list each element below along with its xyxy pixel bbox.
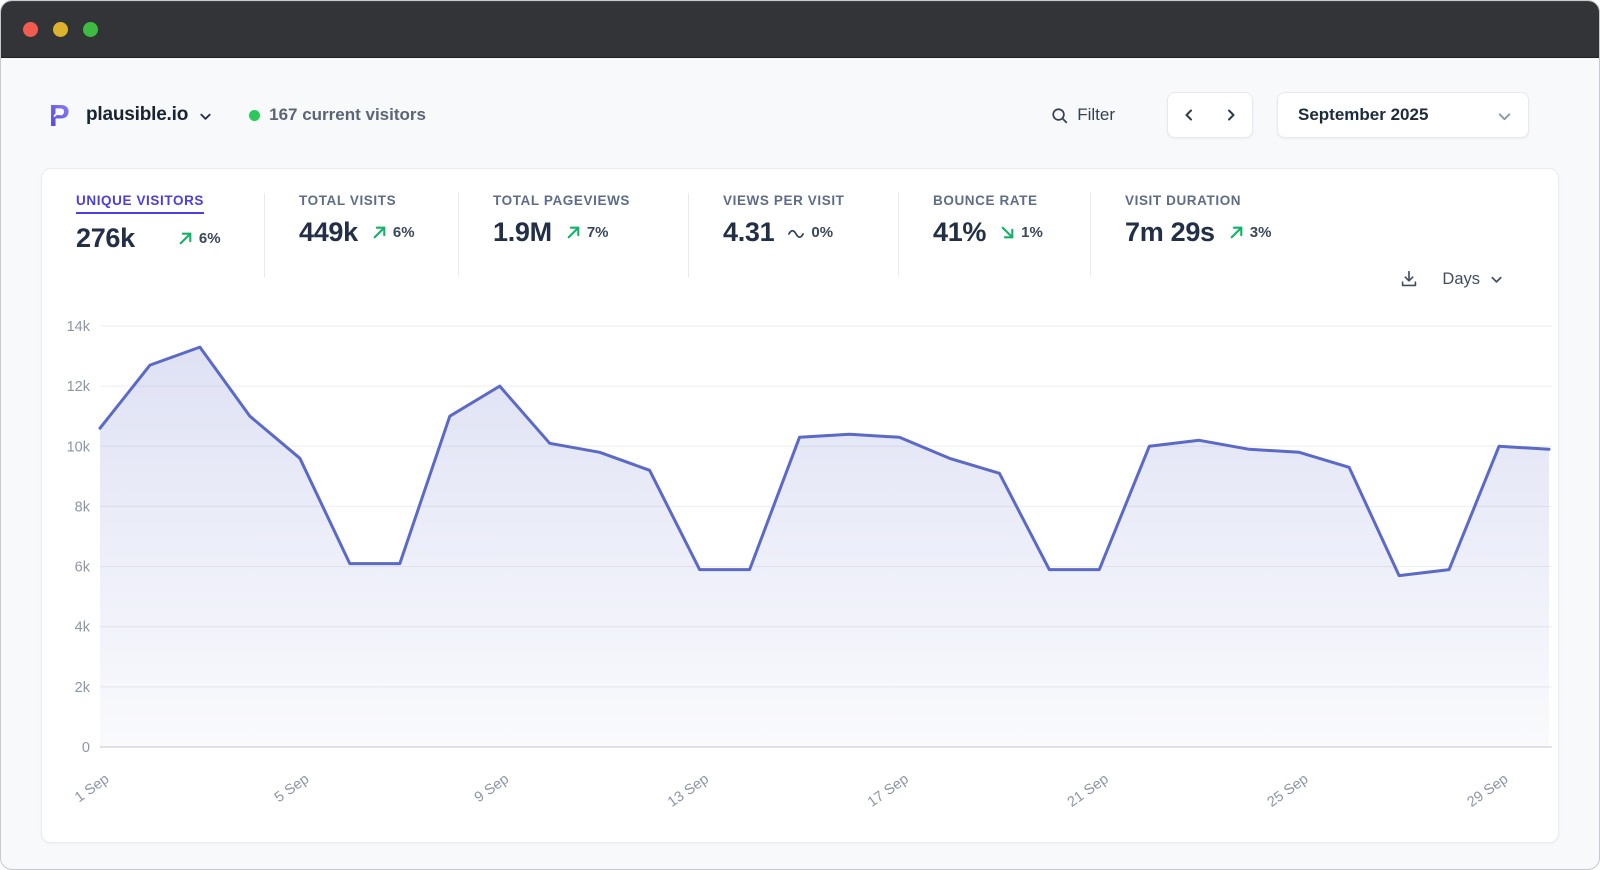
interval-dropdown[interactable]: Days xyxy=(1442,270,1504,289)
export-button[interactable] xyxy=(1398,268,1420,290)
stat-change-value: 1% xyxy=(1021,224,1043,241)
stat-value: 4.31 xyxy=(723,217,774,248)
arrow-down-right-icon xyxy=(999,224,1016,241)
dashboard-header: P plausible.io 167 current visitors xyxy=(41,91,1559,139)
tilde-icon xyxy=(787,227,806,239)
y-axis-label: 10k xyxy=(67,439,91,455)
stat-card-views-per-visit[interactable]: VIEWS PER VISIT 4.31 0% xyxy=(688,193,898,277)
filter-label: Filter xyxy=(1077,105,1115,125)
close-button[interactable] xyxy=(23,22,38,37)
arrow-up-right-icon xyxy=(565,224,582,241)
stat-card-total-visits[interactable]: TOTAL VISITS 449k 6% xyxy=(264,193,458,277)
stat-value: 41% xyxy=(933,217,986,248)
series-area xyxy=(100,347,1549,747)
date-range-picker[interactable]: September 2025 xyxy=(1277,92,1529,138)
stat-change-value: 3% xyxy=(1250,224,1272,241)
arrow-up-right-icon xyxy=(371,224,388,241)
minimize-button[interactable] xyxy=(53,22,68,37)
stat-label: BOUNCE RATE xyxy=(933,193,1090,208)
analytics-card: UNIQUE VISITORS 276k 6% TOTAL VISITS xyxy=(41,168,1559,843)
next-period-button[interactable] xyxy=(1210,93,1252,137)
x-axis-label: 13 Sep xyxy=(665,771,712,810)
stat-label: VIEWS PER VISIT xyxy=(723,193,898,208)
x-axis-label: 25 Sep xyxy=(1265,771,1312,810)
y-axis-label: 14k xyxy=(67,319,91,335)
stat-label: TOTAL VISITS xyxy=(299,193,458,208)
chart-controls: Days xyxy=(1398,268,1504,290)
y-axis-label: 4k xyxy=(75,620,91,636)
stat-change: 7% xyxy=(565,224,609,241)
stat-value: 1.9M xyxy=(493,217,552,248)
x-axis-label: 5 Sep xyxy=(272,771,312,806)
site-name: plausible.io xyxy=(86,104,188,126)
site-switcher[interactable]: P plausible.io xyxy=(49,100,213,130)
download-icon xyxy=(1398,278,1420,293)
y-axis-label: 8k xyxy=(75,499,91,515)
stat-card-unique-visitors[interactable]: UNIQUE VISITORS 276k 6% xyxy=(42,193,264,277)
stat-change: 3% xyxy=(1228,224,1272,241)
app-window: P plausible.io 167 current visitors xyxy=(0,0,1600,870)
current-visitors-label: 167 current visitors xyxy=(269,105,426,125)
date-range-label: September 2025 xyxy=(1298,105,1428,125)
x-axis-label: 29 Sep xyxy=(1464,771,1511,810)
y-axis-label: 12k xyxy=(67,379,91,395)
svg-text:P: P xyxy=(49,100,70,130)
chevron-left-icon xyxy=(1181,107,1197,123)
current-visitors[interactable]: 167 current visitors xyxy=(249,105,426,125)
dashboard: P plausible.io 167 current visitors xyxy=(1,58,1599,869)
stat-label: UNIQUE VISITORS xyxy=(76,193,264,214)
zoom-button[interactable] xyxy=(83,22,98,37)
stat-change-value: 6% xyxy=(393,224,415,241)
stat-change: 0% xyxy=(787,224,833,241)
stat-card-visit-duration[interactable]: VISIT DURATION 7m 29s 3% xyxy=(1090,193,1400,277)
stat-change: 1% xyxy=(999,224,1043,241)
search-icon xyxy=(1050,106,1069,125)
y-axis-label: 2k xyxy=(75,680,91,696)
arrow-up-right-icon xyxy=(1228,224,1245,241)
visitors-chart[interactable]: 0 2k 4k 6k 8k 10k 12k 14k 1 Sep 5 Sep 9 Sep 13 Sep 1… xyxy=(42,309,1562,844)
plausible-logo: P xyxy=(49,100,76,130)
interval-label: Days xyxy=(1442,270,1480,289)
stat-label: TOTAL PAGEVIEWS xyxy=(493,193,688,208)
stat-label: VISIT DURATION xyxy=(1125,193,1400,208)
chevron-right-icon xyxy=(1223,107,1239,123)
y-axis-label: 0 xyxy=(82,740,90,756)
titlebar xyxy=(1,1,1599,58)
period-nav xyxy=(1167,92,1253,138)
stat-change: 6% xyxy=(177,230,221,247)
stat-change-value: 7% xyxy=(587,224,609,241)
x-axis-label: 1 Sep xyxy=(72,771,112,806)
stat-value: 276k xyxy=(76,223,135,254)
arrow-up-right-icon xyxy=(177,230,194,247)
x-axis-label: 9 Sep xyxy=(472,771,512,806)
stat-card-bounce-rate[interactable]: BOUNCE RATE 41% 1% xyxy=(898,193,1090,277)
filter-button[interactable]: Filter xyxy=(1050,105,1115,125)
y-axis-label: 6k xyxy=(75,560,91,576)
stat-card-total-pageviews[interactable]: TOTAL PAGEVIEWS 1.9M 7% xyxy=(458,193,688,277)
previous-period-button[interactable] xyxy=(1168,93,1210,137)
x-axis-label: 17 Sep xyxy=(865,771,912,810)
stat-value: 449k xyxy=(299,217,358,248)
x-axis-label: 21 Sep xyxy=(1065,771,1112,810)
stats-row: UNIQUE VISITORS 276k 6% TOTAL VISITS xyxy=(42,169,1558,277)
chevron-down-icon xyxy=(198,109,213,124)
chevron-down-icon xyxy=(1489,272,1504,287)
chevron-down-icon xyxy=(1496,108,1513,125)
stat-change: 6% xyxy=(371,224,415,241)
live-indicator-dot xyxy=(249,110,260,121)
stat-change-value: 6% xyxy=(199,230,221,247)
stat-value: 7m 29s xyxy=(1125,217,1215,248)
stat-change-value: 0% xyxy=(811,224,833,241)
